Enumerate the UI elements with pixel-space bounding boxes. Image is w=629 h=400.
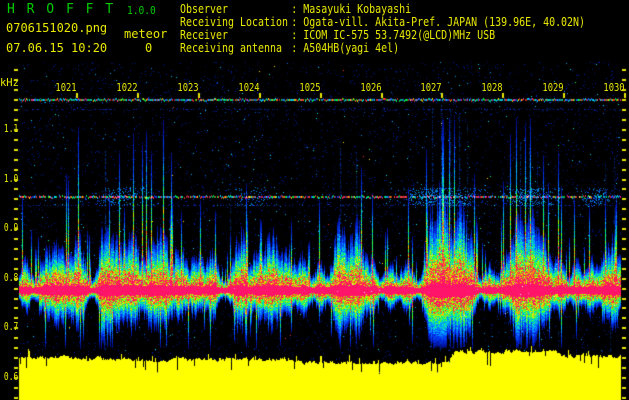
freq-tick-label: 1.0 [3, 171, 19, 185]
output-filename: 0706151020.png [6, 21, 108, 35]
spectrogram-canvas [0, 0, 629, 400]
info-label: Observer [180, 2, 228, 16]
info-value: A504HB(yagi 4el) [303, 41, 400, 55]
time-tick-label: 1023 [177, 81, 199, 94]
mode-label: meteor [124, 27, 168, 41]
info-value: Masayuki Kobayashi [303, 2, 412, 16]
freq-tick-label: 0.7 [3, 320, 19, 334]
info-row-location: Receiving Location: Ogata-vill. Akita-Pr… [180, 16, 585, 28]
info-colon: : [291, 2, 304, 16]
app-title: H R O F F T [7, 2, 116, 17]
datetime-label: 07.06.15 10:20 [6, 41, 108, 55]
info-colon: : [291, 15, 304, 29]
time-tick-label: 1026 [359, 81, 382, 94]
info-value: Ogata-vill. Akita-Pref. JAPAN (139.96E, … [303, 15, 586, 29]
app-version: 1.0.0 [127, 4, 156, 17]
time-tick-label: 1028 [481, 81, 503, 94]
freq-unit-label: kHz [0, 76, 19, 89]
freq-tick-label: 1.1 [3, 121, 19, 135]
time-tick-label: 1022 [116, 81, 138, 94]
info-label: Receiving Location [180, 15, 288, 29]
time-tick-label: 1030 [603, 81, 625, 94]
time-tick-label: 1027 [420, 81, 442, 94]
freq-tick-label: 0.8 [3, 270, 19, 284]
time-tick-label: 1029 [542, 81, 564, 94]
info-colon: : [291, 28, 304, 42]
hrofft-window: H R O F F T 1.0.0 0706151020.png meteor … [0, 0, 629, 400]
info-row-observer: Observer: Masayuki Kobayashi [180, 3, 411, 15]
freq-tick-label: 0.6 [3, 369, 19, 383]
info-row-receiver: Receiver: ICOM IC-575 53.7492(@LCD)MHz U… [180, 29, 495, 41]
time-tick-label: 1024 [238, 81, 260, 94]
meteor-count: 0 [145, 41, 153, 55]
freq-tick-label: 0.9 [3, 221, 19, 235]
info-row-antenna: Receiving antenna: A504HB(yagi 4el) [180, 42, 399, 54]
time-tick-label: 1021 [55, 81, 77, 94]
info-label: Receiver [180, 28, 228, 42]
info-label: Receiving antenna [180, 41, 282, 55]
info-colon: : [291, 41, 304, 55]
time-tick-label: 1025 [298, 81, 321, 94]
info-value: ICOM IC-575 53.7492(@LCD)MHz USB [303, 28, 496, 42]
